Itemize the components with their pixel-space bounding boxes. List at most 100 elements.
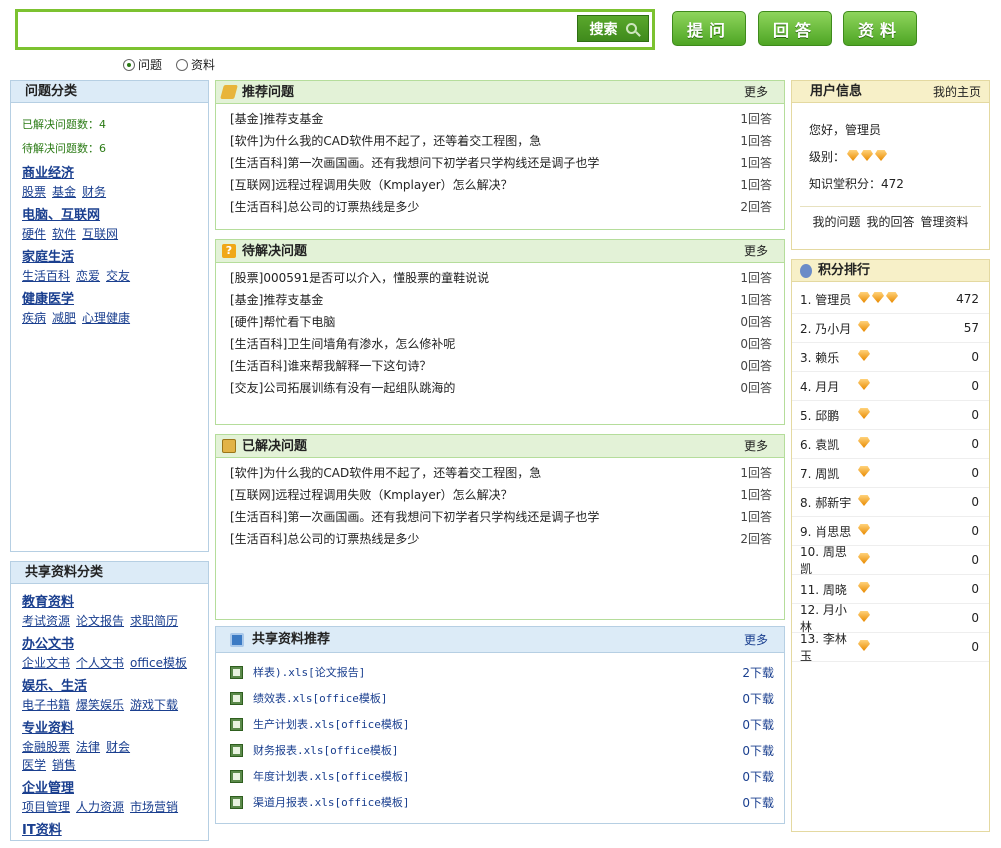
- question-link[interactable]: [互联网]远程过程调用失败（Kmplayer）怎么解决？: [230, 484, 513, 506]
- more-link[interactable]: 更多: [744, 240, 768, 263]
- rank-gem-icon: [858, 408, 870, 419]
- shared-category-title[interactable]: 专业资料: [22, 720, 197, 738]
- question-link[interactable]: [生活百科]总公司的订票热线是多少: [230, 528, 419, 550]
- shared-category-link[interactable]: 求职简历: [130, 612, 178, 630]
- user-link[interactable]: 我的问题: [812, 213, 860, 230]
- panel-title: 共享资料分类: [11, 562, 208, 584]
- shared-category-link[interactable]: 电子书籍: [22, 696, 70, 714]
- shared-category-link[interactable]: 医学: [22, 756, 46, 774]
- question-link[interactable]: [生活百科]第一次画国画。还有我想问下初学者只学构线还是调子也学: [230, 152, 599, 174]
- question-link[interactable]: [基金]推荐支基金: [230, 108, 323, 130]
- search-button[interactable]: 搜索: [577, 15, 649, 42]
- question-link[interactable]: [生活百科]总公司的订票热线是多少: [230, 196, 419, 218]
- question-link[interactable]: [股票]000591是否可以介入，懂股票的童鞋说说: [230, 267, 489, 289]
- category-link[interactable]: 财务: [82, 183, 106, 201]
- question-link[interactable]: [硬件]帮忙看下电脑: [230, 311, 335, 333]
- user-link[interactable]: 管理资料: [921, 213, 969, 230]
- category-link[interactable]: 交友: [106, 267, 130, 285]
- file-link[interactable]: 样表).xls[论文报告]: [253, 664, 742, 680]
- rank-name[interactable]: 1. 管理员: [800, 291, 856, 308]
- category-title[interactable]: 电脑、互联网: [22, 207, 197, 225]
- search-input[interactable]: [22, 16, 572, 43]
- shared-category-link[interactable]: 论文报告: [76, 612, 124, 630]
- question-link[interactable]: [交友]公司拓展训练有没有一起组队跳海的: [230, 377, 455, 399]
- rank-name[interactable]: 11. 周晓: [800, 581, 856, 598]
- shared-category-title[interactable]: 娱乐、生活: [22, 678, 197, 696]
- rank-name[interactable]: 9. 肖思思: [800, 523, 856, 540]
- question-link[interactable]: [互联网]远程过程调用失败（Kmplayer）怎么解决？: [230, 174, 513, 196]
- more-link[interactable]: 更多: [744, 627, 768, 653]
- rank-points: 0: [971, 408, 979, 422]
- shared-category-link[interactable]: 游戏下载: [130, 696, 178, 714]
- shared-category-link[interactable]: 市场营销: [130, 798, 178, 816]
- category-link[interactable]: 减肥: [52, 309, 76, 327]
- ask-button[interactable]: 提问: [672, 11, 746, 46]
- category-link[interactable]: 软件: [52, 225, 76, 243]
- rank-name[interactable]: 7. 周凯: [800, 465, 856, 482]
- radio-material[interactable]: 资料: [176, 56, 215, 73]
- question-link[interactable]: [生活百科]第一次画国画。还有我想问下初学者只学构线还是调子也学: [230, 506, 599, 528]
- file-link[interactable]: 财务报表.xls[office模板]: [253, 742, 742, 758]
- shared-category-link[interactable]: 企业文书: [22, 654, 70, 672]
- rank-name[interactable]: 4. 月月: [800, 378, 856, 395]
- file-link[interactable]: 绩效表.xls[office模板]: [253, 690, 742, 706]
- category-link[interactable]: 硬件: [22, 225, 46, 243]
- question-link[interactable]: [生活百科]谁来帮我解释一下这句诗？: [230, 355, 431, 377]
- user-link[interactable]: 我的回答: [866, 213, 914, 230]
- question-link[interactable]: [生活百科]卫生间墙角有渗水，怎么修补呢: [230, 333, 455, 355]
- shared-category-link[interactable]: 爆笑娱乐: [76, 696, 124, 714]
- rank-name[interactable]: 13. 李林玉: [800, 630, 856, 664]
- rank-name[interactable]: 2. 乃小月: [800, 320, 856, 337]
- rank-points: 0: [971, 466, 979, 480]
- more-link[interactable]: 更多: [744, 435, 768, 458]
- shared-category-link[interactable]: 销售: [52, 756, 76, 774]
- answer-count: 2回答: [740, 200, 772, 214]
- shared-category-link[interactable]: 法律: [76, 738, 100, 756]
- file-link[interactable]: 年度计划表.xls[office模板]: [253, 768, 742, 784]
- rank-name[interactable]: 5. 邱鹏: [800, 407, 856, 424]
- category-link[interactable]: 疾病: [22, 309, 46, 327]
- flag-icon: [220, 85, 238, 99]
- category-title[interactable]: 商业经济: [22, 165, 197, 183]
- radio-dot[interactable]: [176, 58, 189, 71]
- category-link[interactable]: 心理健康: [82, 309, 130, 327]
- rank-gem-icon: [858, 292, 870, 303]
- category-link[interactable]: 生活百科: [22, 267, 70, 285]
- radio-dot-checked[interactable]: [123, 58, 135, 71]
- shared-category-link[interactable]: 项目管理: [22, 798, 70, 816]
- category-title[interactable]: 健康医学: [22, 291, 197, 309]
- file-link[interactable]: 渠道月报表.xls[office模板]: [253, 794, 742, 810]
- rank-name[interactable]: 10. 周思凯: [800, 543, 856, 577]
- shared-category-links: 项目管理 人力资源 市场营销: [22, 798, 197, 816]
- category-link[interactable]: 基金: [52, 183, 76, 201]
- rank-name[interactable]: 8. 郝新宇: [800, 494, 856, 511]
- category-link[interactable]: 股票: [22, 183, 46, 201]
- category-title[interactable]: 家庭生活: [22, 249, 197, 267]
- shared-category-link[interactable]: 考试资源: [22, 612, 70, 630]
- shared-category-link[interactable]: office模板: [130, 654, 187, 672]
- shared-category-title[interactable]: 企业管理: [22, 780, 197, 798]
- shared-file-row: 生产计划表.xls[office模板] 0下载: [216, 711, 784, 737]
- radio-question-label: 问题: [138, 58, 163, 72]
- question-link[interactable]: [基金]推荐支基金: [230, 289, 323, 311]
- more-link[interactable]: 更多: [744, 81, 768, 104]
- category-link[interactable]: 互联网: [82, 225, 118, 243]
- shared-category-title[interactable]: 办公文书: [22, 636, 197, 654]
- radio-question[interactable]: 问题: [123, 56, 162, 73]
- question-link[interactable]: [软件]为什么我的CAD软件用不起了，还等着交工程图，急: [230, 130, 541, 152]
- rank-name[interactable]: 3. 赖乐: [800, 349, 856, 366]
- material-button[interactable]: 资料: [843, 11, 917, 46]
- rank-name[interactable]: 6. 袁凯: [800, 436, 856, 453]
- rank-row: 11. 周晓 0: [792, 575, 989, 604]
- shared-category-title[interactable]: IT资料: [22, 822, 197, 840]
- my-home-link[interactable]: 我的主页: [933, 81, 981, 103]
- category-link[interactable]: 恋爱: [76, 267, 100, 285]
- answer-button[interactable]: 回答: [758, 11, 832, 46]
- shared-category-link[interactable]: 金融股票: [22, 738, 70, 756]
- file-link[interactable]: 生产计划表.xls[office模板]: [253, 716, 742, 732]
- question-link[interactable]: [软件]为什么我的CAD软件用不起了，还等着交工程图，急: [230, 462, 541, 484]
- shared-category-link[interactable]: 个人文书: [76, 654, 124, 672]
- shared-category-link[interactable]: 人力资源: [76, 798, 124, 816]
- shared-category-link[interactable]: 财会: [106, 738, 130, 756]
- shared-category-title[interactable]: 教育资料: [22, 594, 197, 612]
